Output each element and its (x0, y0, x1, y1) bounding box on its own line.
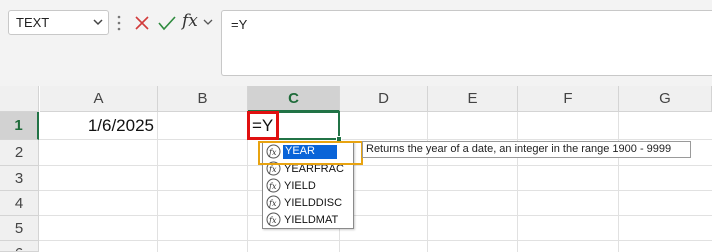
autocomplete-item-yield[interactable]: fx YIELD (265, 178, 352, 195)
svg-text:fx: fx (268, 216, 277, 225)
cell-a1[interactable]: 1/6/2025 (40, 112, 158, 139)
select-all-corner[interactable] (0, 86, 39, 112)
gridline (517, 112, 518, 252)
gridline (39, 215, 712, 216)
autocomplete-label: YIELDMAT (284, 214, 339, 226)
svg-text:fx: fx (268, 182, 277, 191)
gridline (39, 139, 712, 140)
cancel-icon[interactable] (134, 15, 150, 31)
column-header-e[interactable]: E (428, 86, 518, 112)
svg-text:fx: fx (268, 165, 277, 174)
column-header-a[interactable]: A (40, 86, 158, 112)
chevron-down-icon[interactable] (92, 15, 104, 29)
gridline (39, 165, 712, 166)
row-header-1[interactable]: 1 (0, 112, 39, 140)
formula-text: =Y (231, 17, 248, 32)
chevron-down-icon[interactable] (202, 16, 214, 28)
autocomplete-label: YIELDDISC (284, 197, 343, 209)
svg-text:fx: fx (268, 199, 277, 208)
formula-input[interactable]: =Y (221, 10, 712, 76)
row-header-3[interactable]: 3 (0, 166, 39, 191)
autocomplete-item-yielddisc[interactable]: fx YIELDDISC (265, 195, 352, 212)
gridline (618, 112, 619, 252)
callout-highlight-box (258, 141, 363, 165)
row-header-2[interactable]: 2 (0, 140, 39, 166)
insert-function-icon[interactable]: fx (182, 11, 198, 31)
column-header-f[interactable]: F (518, 86, 619, 112)
more-options-icon[interactable] (117, 14, 121, 32)
column-header-d[interactable]: D (340, 86, 428, 112)
column-header-b[interactable]: B (158, 86, 248, 112)
row-header-4[interactable]: 4 (0, 191, 39, 216)
function-tooltip: Returns the year of a date, an integer i… (362, 141, 691, 158)
cell-c1-editor[interactable]: =Y (247, 111, 279, 140)
function-icon: fx (266, 195, 281, 210)
enter-check-icon[interactable] (158, 15, 176, 31)
gridline (39, 190, 712, 191)
autocomplete-label: YIELD (284, 180, 316, 192)
gridline (427, 112, 428, 252)
row-header-5[interactable]: 5 (0, 216, 39, 241)
row-header-6[interactable]: 6 (0, 241, 39, 252)
column-header-g[interactable]: G (619, 86, 712, 112)
gridline (39, 240, 712, 241)
column-header-c[interactable]: C (248, 86, 340, 112)
function-icon: fx (266, 178, 281, 193)
name-box-value: TEXT (16, 15, 50, 30)
function-icon: fx (266, 212, 281, 227)
name-box[interactable]: TEXT (8, 10, 109, 35)
autocomplete-item-yieldmat[interactable]: fx YIELDMAT (265, 212, 352, 229)
